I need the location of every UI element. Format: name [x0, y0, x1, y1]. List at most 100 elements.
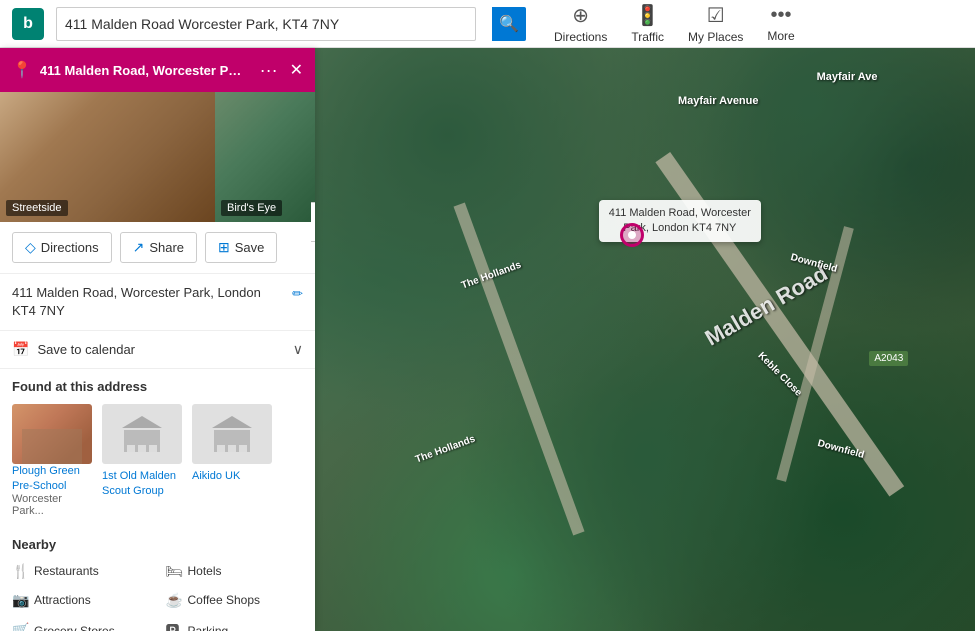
hotel-icon: 🛏	[166, 563, 182, 580]
pin-circle	[620, 223, 644, 247]
share-button-icon: ↗	[133, 239, 145, 256]
nav-directions-label: Directions	[554, 30, 607, 44]
found-at-address-title: Found at this address	[12, 379, 303, 394]
location-header: 📍 411 Malden Road, Worcester Park, L... …	[0, 48, 315, 92]
save-button-icon: ⊞	[218, 239, 230, 256]
scouts-name: 1st Old Malden Scout Group	[102, 469, 182, 498]
location-options-button[interactable]: ···	[260, 60, 278, 81]
place-card-preschool[interactable]: Plough Green Pre-School Worcester Park..…	[12, 404, 92, 517]
building-window	[149, 445, 157, 452]
aerial-photo[interactable]: Bird's Eye	[215, 92, 315, 222]
nav-more[interactable]: ••• More	[767, 4, 794, 43]
building-icon	[122, 416, 162, 452]
nearby-grocery-stores[interactable]: 🛒 Grocery Stores	[12, 618, 150, 631]
map-satellite-view: Mayfair Avenue Mayfair Ave Malden Road T…	[315, 48, 975, 631]
nearby-title: Nearby	[12, 537, 303, 552]
preschool-name: Plough Green Pre-School	[12, 464, 92, 493]
directions-button-icon: ◇	[25, 239, 36, 256]
bing-logo: b	[12, 8, 44, 40]
nav-my-places[interactable]: ☑ My Places	[688, 3, 743, 44]
nearby-attractions-label: Attractions	[34, 593, 91, 607]
location-title: 411 Malden Road, Worcester Park, L...	[40, 63, 248, 78]
pin-dot	[628, 231, 636, 239]
preschool-sub: Worcester Park...	[12, 493, 92, 517]
save-button[interactable]: ⊞ Save	[205, 232, 277, 263]
search-input[interactable]	[65, 16, 467, 32]
aerial-photo-side: Bird's Eye	[215, 92, 315, 222]
building-body	[124, 430, 160, 452]
building-icon	[212, 416, 252, 452]
a2043-road-badge: A2043	[869, 351, 908, 366]
share-button-label: Share	[149, 240, 184, 255]
building-window	[127, 445, 135, 452]
aikido-name: Aikido UK	[192, 469, 272, 483]
directions-button[interactable]: ◇ Directions	[12, 232, 112, 263]
aikido-thumbnail	[192, 404, 272, 464]
top-nav: ⊕ Directions 🚦 Traffic ☑ My Places ••• M…	[554, 3, 795, 44]
aerial-label: Bird's Eye	[221, 200, 282, 216]
hollands-road-overlay	[454, 202, 585, 535]
map-container[interactable]: Mayfair Avenue Mayfair Ave Malden Road T…	[315, 48, 975, 631]
my-places-icon: ☑	[707, 3, 725, 28]
calendar-label: Save to calendar	[37, 342, 284, 357]
mayfair-ave2-label: Mayfair Ave	[817, 71, 878, 83]
main-layout: 📍 411 Malden Road, Worcester Park, L... …	[0, 48, 975, 631]
nav-directions[interactable]: ⊕ Directions	[554, 3, 607, 44]
nearby-restaurants[interactable]: 🍴 Restaurants	[12, 560, 150, 583]
nearby-hotels[interactable]: 🛏 Hotels	[166, 560, 304, 583]
found-at-address-section: Found at this address Plough Green Pre-S…	[0, 369, 315, 527]
calendar-chevron-icon: ∨	[293, 341, 303, 358]
building-window	[239, 445, 247, 452]
preschool-thumbnail	[12, 404, 92, 464]
nearby-section: Nearby 🍴 Restaurants 🛏 Hotels 📷 Attracti…	[0, 527, 315, 631]
restaurant-icon: 🍴	[12, 563, 28, 580]
nearby-hotels-label: Hotels	[188, 564, 222, 578]
nearby-parking[interactable]: 🅿 Parking	[166, 618, 304, 631]
address-section: 411 Malden Road, Worcester Park, London …	[0, 274, 315, 331]
map-pin[interactable]	[620, 223, 644, 247]
top-bar: b 🔍 ⊕ Directions 🚦 Traffic ☑ My Places •…	[0, 0, 975, 48]
place-card-aikido[interactable]: Aikido UK	[192, 404, 272, 517]
sidebar: 📍 411 Malden Road, Worcester Park, L... …	[0, 48, 315, 631]
nav-traffic-label: Traffic	[631, 30, 664, 44]
nearby-attractions[interactable]: 📷 Attractions	[12, 589, 150, 612]
building-window	[138, 445, 146, 452]
nav-my-places-label: My Places	[688, 30, 743, 44]
streetside-label: Streetside	[6, 200, 68, 216]
nearby-coffee-shops-label: Coffee Shops	[188, 593, 261, 607]
nav-more-label: More	[767, 29, 794, 43]
save-to-calendar-button[interactable]: 📅 Save to calendar ∨	[0, 331, 315, 369]
scouts-thumbnail	[102, 404, 182, 464]
downfield-road-overlay	[776, 226, 854, 482]
address-text: 411 Malden Road, Worcester Park, London …	[12, 284, 284, 320]
location-pin-icon: 📍	[12, 60, 32, 80]
nearby-coffee-shops[interactable]: ☕ Coffee Shops	[166, 589, 304, 612]
nearby-grocery-stores-label: Grocery Stores	[34, 624, 115, 631]
place-card-scouts[interactable]: 1st Old Malden Scout Group	[102, 404, 182, 517]
action-buttons: ◇ Directions ↗ Share ⊞ Save	[0, 222, 315, 274]
places-row: Plough Green Pre-School Worcester Park..…	[12, 404, 303, 517]
building-roof	[122, 416, 162, 428]
building-window	[228, 445, 236, 452]
directions-button-label: Directions	[41, 240, 99, 255]
mayfair-avenue-label: Mayfair Avenue	[678, 95, 759, 107]
nav-traffic[interactable]: 🚦 Traffic	[631, 3, 664, 44]
directions-icon: ⊕	[572, 3, 589, 28]
traffic-icon: 🚦	[635, 3, 660, 28]
coffee-icon: ☕	[166, 592, 182, 609]
share-button[interactable]: ↗ Share	[120, 232, 197, 263]
sidebar-close-button[interactable]: ✕	[290, 60, 303, 80]
edit-address-button[interactable]: ✏	[292, 286, 303, 302]
save-button-label: Save	[235, 240, 265, 255]
search-button[interactable]: 🔍	[492, 7, 526, 41]
streetside-photo[interactable]: Streetside	[0, 92, 215, 222]
sidebar-collapse-button[interactable]: ‹	[311, 202, 315, 242]
calendar-icon: 📅	[12, 341, 29, 358]
search-box-container	[56, 7, 476, 41]
grocery-icon: 🛒	[12, 622, 28, 631]
callout-line1: 411 Malden Road, Worcester	[609, 207, 751, 219]
nearby-grid: 🍴 Restaurants 🛏 Hotels 📷 Attractions ☕ C…	[12, 560, 303, 631]
building-roof	[212, 416, 252, 428]
parking-icon: 🅿	[166, 621, 182, 631]
the-hollands-label2: The Hollands	[414, 434, 477, 466]
